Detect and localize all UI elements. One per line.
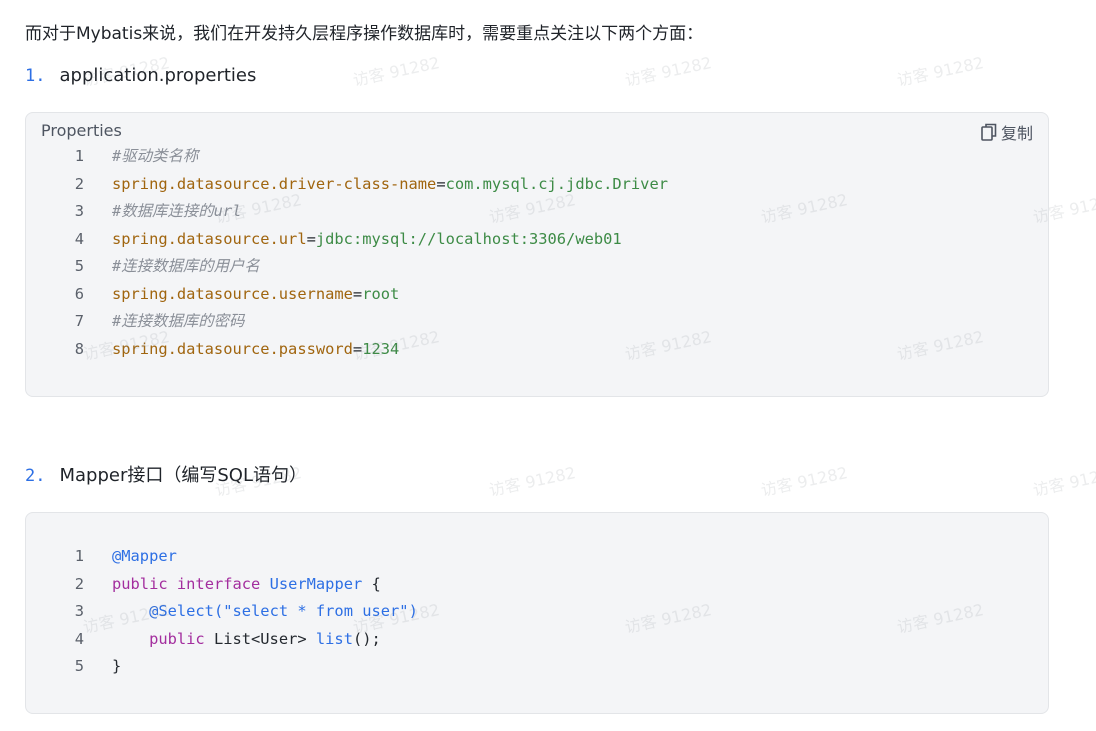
code-keyword: interface	[176, 574, 261, 593]
watermark: 访客 91282	[487, 463, 578, 500]
code-line: 5 }	[26, 653, 1048, 681]
watermark: 访客 91282	[623, 53, 714, 90]
section-heading-properties: 1. application.properties	[25, 62, 256, 90]
line-number: 5	[74, 657, 84, 675]
equals-sign: =	[352, 339, 363, 358]
line-number: 7	[74, 312, 84, 330]
code-language-label: Properties	[41, 121, 122, 140]
line-number: 1	[74, 147, 84, 165]
code-block-properties: Properties 复制 1 #驱动类名称 2 spring.datasour…	[25, 112, 1049, 397]
list-number: 1.	[25, 66, 46, 86]
watermark: 访客 91282	[895, 53, 986, 90]
code-lines: 1 @Mapper 2 public interface UserMapper …	[26, 543, 1048, 681]
code-line: 4 public List<User> list();	[26, 626, 1048, 654]
equals-sign: =	[436, 174, 446, 193]
code-text: List<User>	[204, 629, 316, 648]
code-annotation: @Select	[149, 602, 214, 620]
copy-button[interactable]: 复制	[981, 120, 1033, 144]
list-number: 2.	[25, 466, 46, 486]
line-number: 3	[74, 202, 84, 220]
property-value: jdbc:mysql://localhost:3306/web01	[315, 229, 622, 248]
code-line: 6 spring.datasource.username=root	[26, 281, 1048, 309]
copy-button-label: 复制	[1000, 124, 1033, 143]
code-line: 4 spring.datasource.url=jdbc:mysql://loc…	[26, 226, 1048, 254]
watermark: 访客 91282	[759, 463, 850, 500]
code-line: 3 @Select("select * from user")	[26, 598, 1048, 626]
code-keyword: public	[112, 574, 168, 593]
line-number: 2	[74, 174, 84, 193]
section-heading-mapper: 2. Mapper接口（编写SQL语句）	[25, 462, 307, 490]
code-comment: #数据库连接的url	[112, 202, 242, 220]
code-line: 2 public interface UserMapper {	[26, 571, 1048, 599]
property-key: spring.datasource.driver-class-name	[112, 174, 437, 193]
copy-icon	[981, 123, 997, 141]
code-comment: #连接数据库的密码	[112, 312, 245, 330]
code-line: 1 #驱动类名称	[26, 143, 1048, 171]
code-annotation: @Mapper	[112, 547, 177, 565]
code-line: 2 spring.datasource.driver-class-name=co…	[26, 171, 1048, 199]
equals-sign: =	[352, 284, 363, 303]
property-value: root	[362, 284, 400, 303]
code-comment: #连接数据库的用户名	[112, 257, 260, 275]
code-text: {	[362, 574, 381, 593]
code-text: ();	[352, 629, 381, 648]
code-lines: 1 #驱动类名称 2 spring.datasource.driver-clas…	[26, 143, 1048, 363]
line-number: 6	[74, 284, 84, 303]
property-key: spring.datasource.url	[112, 229, 307, 248]
line-number: 1	[74, 547, 84, 565]
code-block-mapper: 1 @Mapper 2 public interface UserMapper …	[25, 512, 1049, 714]
code-line: 7 #连接数据库的密码	[26, 308, 1048, 336]
property-value: com.mysql.cj.jdbc.Driver	[445, 174, 668, 193]
code-line: 8 spring.datasource.password=1234	[26, 336, 1048, 364]
code-paren: )	[408, 602, 418, 620]
equals-sign: =	[306, 229, 316, 248]
code-type: UserMapper	[269, 574, 363, 593]
section-title: Mapper接口（编写SQL语句）	[59, 465, 307, 486]
property-key: spring.datasource.password	[112, 339, 353, 358]
intro-paragraph: 而对于Mybatis来说，我们在开发持久层程序操作数据库时，需要重点关注以下两个…	[25, 24, 704, 44]
line-number: 3	[74, 602, 84, 620]
line-number: 4	[74, 229, 84, 248]
watermark: 访客 91282	[1031, 463, 1096, 500]
line-number: 4	[74, 629, 84, 648]
code-comment: #驱动类名称	[112, 147, 199, 165]
code-line: 5 #连接数据库的用户名	[26, 253, 1048, 281]
section-title: application.properties	[59, 65, 257, 86]
code-line: 1 @Mapper	[26, 543, 1048, 571]
watermark: 访客 91282	[351, 53, 442, 90]
line-number: 2	[74, 574, 84, 593]
code-line: 3 #数据库连接的url	[26, 198, 1048, 226]
code-function: list	[315, 629, 353, 648]
property-value: 1234	[362, 339, 400, 358]
code-keyword: public	[149, 629, 205, 648]
property-key: spring.datasource.username	[112, 284, 353, 303]
line-number: 5	[74, 257, 84, 275]
line-number: 8	[74, 339, 84, 358]
code-string: "select * from user"	[223, 602, 409, 620]
code-paren: (	[213, 602, 224, 620]
code-text: }	[112, 657, 122, 675]
